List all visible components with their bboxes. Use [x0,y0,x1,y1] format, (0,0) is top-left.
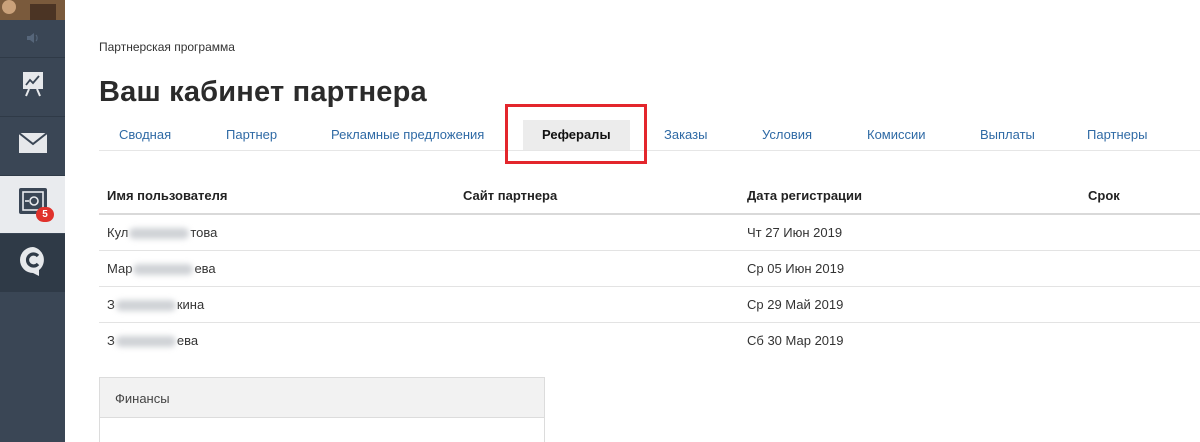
cell-username: Зкина [107,297,205,312]
tab-conditions[interactable]: Условия [762,120,812,150]
redacted-blur [129,228,190,240]
tab-summary[interactable]: Сводная [119,120,171,150]
mail-icon [17,132,48,158]
cell-username: Кул това [107,225,218,240]
table-row[interactable]: Кул това Чт 27 Июн 2019 [99,215,1200,251]
tab-bar: Сводная Партнер Рекламные предложения Ре… [99,116,1200,151]
user-avatar[interactable] [0,0,65,20]
table-row[interactable]: Зева Сб 30 Мар 2019 [99,323,1200,359]
cell-username: Зева [107,333,199,348]
cell-registration-date: Сб 30 Мар 2019 [747,333,844,348]
tab-ad-offers[interactable]: Рекламные предложения [331,120,484,150]
sidebar-item-c[interactable] [0,234,65,292]
tab-partners[interactable]: Партнеры [1087,120,1147,150]
column-header-term[interactable]: Срок [1088,188,1120,203]
finance-panel-title: Финансы [100,378,544,418]
c-logo-icon [19,246,47,281]
table-row[interactable]: Мар ева Ср 05 Июн 2019 [99,251,1200,287]
tab-orders[interactable]: Заказы [664,120,707,150]
chart-board-icon [22,71,44,102]
sidebar: 5 [0,0,65,442]
notification-badge: 5 [36,207,54,222]
tab-partner[interactable]: Партнер [226,120,277,150]
column-header-username[interactable]: Имя пользователя [107,188,227,203]
cell-registration-date: Чт 27 Июн 2019 [747,225,843,240]
tab-commissions[interactable]: Комиссии [867,120,926,150]
cell-registration-date: Ср 29 Май 2019 [747,297,844,312]
redacted-blur [133,264,194,276]
cell-username: Мар ева [107,261,216,276]
table-row[interactable]: Зкина Ср 29 Май 2019 [99,287,1200,323]
highlight-frame [505,104,647,164]
page-title: Ваш кабинет партнера [99,76,427,108]
sound-icon[interactable] [0,20,65,56]
column-header-registration-date[interactable]: Дата регистрации [747,188,862,203]
redacted-blur [115,336,176,348]
table-header: Имя пользователя Сайт партнера Дата реги… [99,177,1200,215]
tab-payouts[interactable]: Выплаты [980,120,1035,150]
sidebar-item-stats[interactable] [0,57,65,115]
finance-panel: Финансы [99,377,545,442]
breadcrumb[interactable]: Партнерская программа [99,40,235,54]
cell-registration-date: Ср 05 Июн 2019 [747,261,845,276]
sidebar-item-mail[interactable] [0,116,65,174]
column-header-partner-site[interactable]: Сайт партнера [463,188,557,203]
redacted-blur [115,300,176,312]
sidebar-item-partner[interactable] [0,175,65,233]
